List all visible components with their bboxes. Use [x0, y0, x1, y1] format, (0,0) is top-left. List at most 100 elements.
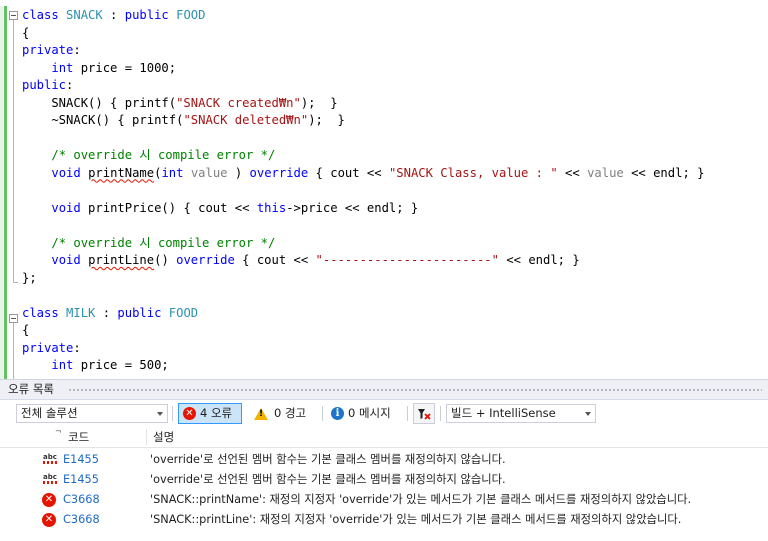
- code-token: << endl; }: [623, 165, 705, 180]
- error-row[interactable]: ✕ C3668 'SNACK::printName': 재정의 지정자 'overr…: [0, 490, 768, 510]
- code-token: void: [51, 253, 81, 267]
- scope-combo[interactable]: 전체 솔루션: [16, 404, 168, 423]
- code-token: value: [190, 165, 228, 180]
- build-combo-value: 빌드 + IntelliSense: [451, 406, 556, 420]
- code-line[interactable]: {: [22, 25, 29, 43]
- code-token: :: [73, 340, 81, 355]
- error-description: 'SNACK::printName': 재정의 지정자 'override'가 …: [150, 493, 692, 506]
- collapse-snack-class-icon[interactable]: [9, 11, 18, 20]
- code-token: ); }: [300, 95, 338, 110]
- code-token: ); }: [308, 113, 345, 127]
- error-row[interactable]: abc E1455 'override'로 선언된 멤버 함수는 기본 클래스 멤버…: [0, 450, 768, 470]
- code-line[interactable]: SNACK() { printf("SNACK created₩n"); }: [22, 95, 338, 113]
- code-token: /* override 시 compile error */: [51, 235, 276, 250]
- change-margin: [0, 6, 3, 379]
- code-line[interactable]: private:: [22, 340, 81, 358]
- error-code-link[interactable]: E1455: [63, 470, 99, 490]
- chevron-down-icon: [157, 412, 163, 416]
- code-line[interactable]: class MILK : public FOOD: [22, 305, 198, 323]
- errors-filter-button[interactable]: ✕ 4 오류: [178, 403, 242, 424]
- code-line[interactable]: {: [22, 322, 29, 340]
- filter-x-icon: [418, 408, 431, 420]
- code-token: "-----------------------": [315, 253, 499, 267]
- code-token: int: [51, 60, 74, 75]
- code-token: "SNACK deleted₩n": [183, 113, 309, 127]
- code-token: void: [51, 200, 81, 215]
- code-line[interactable]: int price = 1000;: [22, 60, 176, 78]
- code-token: class: [22, 305, 67, 320]
- code-token: { cout <<: [234, 253, 316, 267]
- code-token: public: [124, 8, 177, 22]
- error-row[interactable]: abc E1455 'override'로 선언된 멤버 함수는 기본 클래스 멤버…: [0, 470, 768, 490]
- code-token: "SNACK created₩n": [176, 95, 301, 110]
- code-token: <<: [557, 165, 588, 180]
- messages-filter-label: 0 메시지: [348, 406, 391, 420]
- error-code-link[interactable]: C3668: [63, 510, 100, 530]
- column-description-header[interactable]: 설명: [153, 427, 174, 447]
- code-token: {: [22, 323, 30, 337]
- code-line[interactable]: };: [22, 270, 37, 288]
- warnings-filter-button[interactable]: ! 0 경고: [254, 403, 316, 424]
- code-token: ->price << endl; }: [286, 200, 419, 215]
- collapse-milk-class-icon[interactable]: [9, 314, 18, 323]
- code-line[interactable]: void printPrice() { cout << this->price …: [22, 200, 418, 218]
- sort-icon[interactable]: ¬: [55, 422, 62, 442]
- chevron-down-icon: [585, 412, 591, 416]
- spell-error-icon: abc: [43, 473, 57, 485]
- code-token: "SNACK Class, value : ": [388, 165, 558, 180]
- code-line[interactable]: public:: [22, 77, 73, 95]
- code-token: public: [117, 305, 169, 320]
- filter-button[interactable]: [413, 403, 435, 424]
- error-list-header: ¬ 코드 설명: [0, 427, 768, 448]
- error-list-toolbar: 전체 솔루션 ✕ 4 오류 ! 0 경고 i 0 메시지 빌드 + Intell…: [0, 400, 768, 426]
- error-icon: ✕: [42, 493, 56, 507]
- code-token: override: [249, 165, 309, 180]
- code-token: (): [154, 253, 177, 267]
- error-code-link[interactable]: C3668: [63, 490, 100, 510]
- code-editor[interactable]: class SNACK : public FOOD{private: int p…: [0, 0, 768, 379]
- error-list-panel: 오류 목록 전체 솔루션 ✕ 4 오류 ! 0 경고 i 0 메시지 빌드 + …: [0, 379, 768, 541]
- code-line[interactable]: /* override 시 compile error */: [22, 147, 275, 165]
- code-token: printPrice() { cout <<: [80, 200, 257, 215]
- change-indicator-bar: [4, 6, 7, 379]
- code-line[interactable]: class SNACK : public FOOD: [22, 7, 205, 25]
- build-intellisense-combo[interactable]: 빌드 + IntelliSense: [446, 404, 596, 423]
- code-token: SNACK: [66, 8, 103, 22]
- code-token: :: [66, 78, 74, 92]
- drag-grip[interactable]: [68, 388, 762, 392]
- code-token: private: [22, 340, 74, 355]
- code-token: class: [22, 8, 67, 22]
- error-description: 'SNACK::printLine': 재정의 지정자 'override'가 …: [150, 513, 682, 526]
- error-list-title: 오류 목록: [8, 382, 54, 396]
- separator: [440, 406, 441, 421]
- code-line[interactable]: private:: [22, 42, 81, 60]
- error-row[interactable]: ✕ C3668 'SNACK::printLine': 재정의 지정자 'overr…: [0, 510, 768, 530]
- code-token: public: [22, 78, 67, 92]
- spell-error-icon: abc: [43, 453, 57, 465]
- code-token: this: [256, 200, 287, 215]
- fold-guide-end: [13, 282, 18, 283]
- separator: [322, 406, 323, 421]
- column-divider[interactable]: [146, 429, 147, 445]
- messages-filter-button[interactable]: i 0 메시지: [331, 403, 403, 424]
- code-line[interactable]: ~SNACK() { printf("SNACK deleted₩n"); }: [22, 112, 345, 130]
- code-token: override: [176, 253, 235, 267]
- error-list-title-bar[interactable]: 오류 목록: [0, 379, 768, 400]
- code-line[interactable]: void printName(int value ) override { co…: [22, 165, 704, 183]
- code-line[interactable]: /* override 시 compile error */: [22, 235, 275, 253]
- separator: [172, 406, 173, 421]
- error-description: 'override'로 선언된 멤버 함수는 기본 클래스 멤버를 재정의하지 …: [150, 453, 506, 466]
- error-description: 'override'로 선언된 멤버 함수는 기본 클래스 멤버를 재정의하지 …: [150, 473, 506, 486]
- error-code-link[interactable]: E1455: [63, 450, 99, 470]
- column-code-header[interactable]: 코드: [68, 427, 89, 447]
- code-line[interactable]: void printLine() override { cout << "---…: [22, 252, 579, 270]
- code-token: FOOD: [168, 305, 199, 320]
- code-token: :: [102, 8, 125, 22]
- code-line[interactable]: int price = 500;: [22, 357, 168, 375]
